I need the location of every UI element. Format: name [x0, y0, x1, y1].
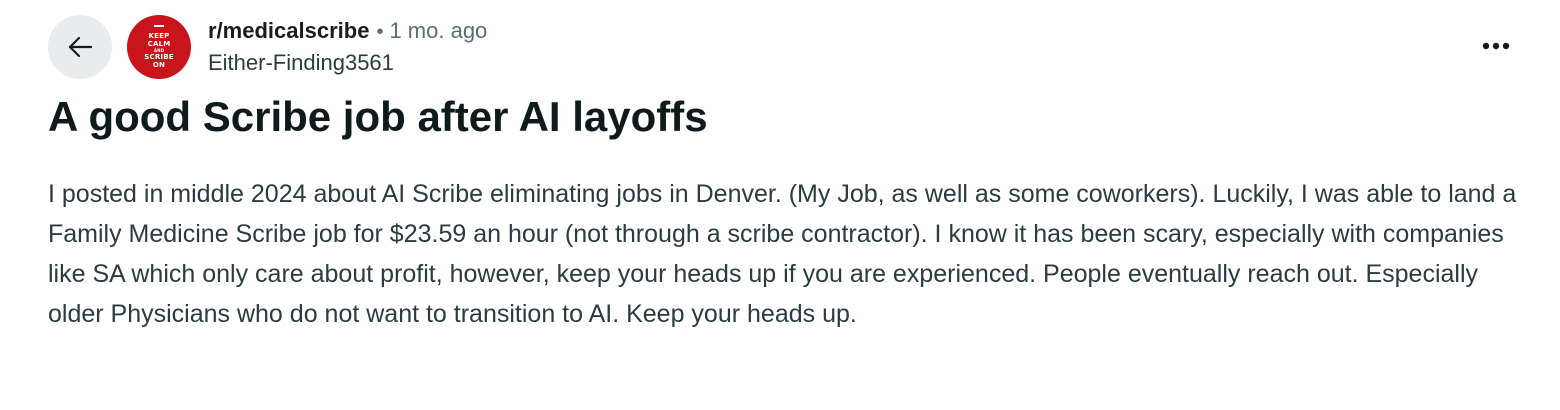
meta-separator: •	[376, 21, 384, 43]
back-button[interactable]	[48, 15, 112, 79]
subreddit-link[interactable]: r/medicalscribe	[208, 16, 369, 46]
avatar-text-line: SCRIBE	[144, 53, 174, 61]
subreddit-row: r/medicalscribe • 1 mo. ago	[208, 16, 487, 46]
more-horizontal-icon	[1482, 37, 1510, 55]
avatar-text-line: ON	[152, 61, 166, 69]
crown-icon	[154, 25, 164, 31]
post-timestamp: 1 mo. ago	[389, 18, 488, 43]
post-meta: r/medicalscribe • 1 mo. ago Either-Findi…	[208, 16, 487, 80]
post-header: KEEP CALM AND SCRIBE ON r/medicalscribe …	[48, 14, 1518, 80]
avatar-text-line: CALM	[147, 40, 171, 48]
post-title: A good Scribe job after AI layoffs	[48, 93, 708, 140]
subreddit-avatar[interactable]: KEEP CALM AND SCRIBE ON	[127, 15, 191, 79]
arrow-left-icon	[65, 32, 95, 62]
post-body: I posted in middle 2024 about AI Scribe …	[48, 180, 1517, 328]
author-link[interactable]: Either-Finding3561	[208, 48, 487, 78]
avatar-text-line: KEEP	[148, 32, 170, 40]
more-options-button[interactable]	[1474, 24, 1518, 68]
